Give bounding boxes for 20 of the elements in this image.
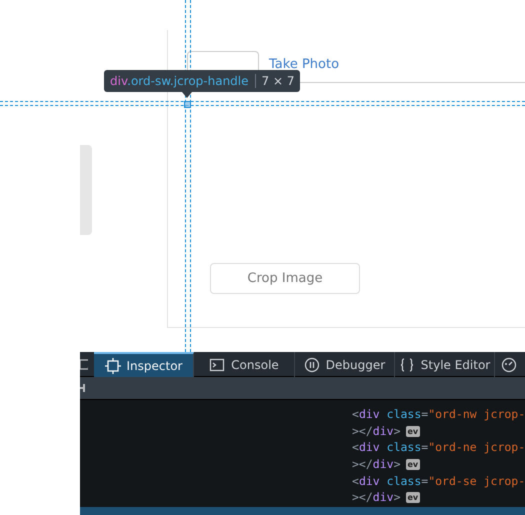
code-line: ></div> bbox=[352, 489, 400, 506]
devtools-tab[interactable]: Inspector bbox=[94, 352, 194, 377]
pause-icon bbox=[304, 356, 320, 372]
event-badge[interactable]: ev bbox=[406, 492, 420, 504]
tooltip-size: 7 × 7 bbox=[262, 73, 294, 90]
code-line: ></div> bbox=[352, 422, 400, 440]
console-icon bbox=[209, 356, 226, 372]
event-badge[interactable]: ev bbox=[406, 458, 420, 470]
crop-image-button[interactable]: Crop Image bbox=[210, 263, 360, 294]
braces-icon bbox=[398, 356, 415, 372]
event-badge[interactable]: ev bbox=[406, 426, 420, 437]
inspector-icon bbox=[104, 358, 120, 374]
code-line: <div class="ord-nw jcrop- bbox=[352, 406, 525, 423]
tooltip-selector: div.ord-sw.jcrop-handle bbox=[110, 73, 249, 90]
gauge-icon bbox=[501, 356, 517, 372]
code-line: ></div> bbox=[352, 456, 400, 473]
take-photo-link[interactable]: Take Photo bbox=[269, 54, 340, 74]
crop-handle bbox=[184, 101, 191, 108]
code-line: <div class="ord-ne jcrop- bbox=[352, 439, 525, 456]
code-line: <div class="ord-se jcrop- bbox=[352, 472, 525, 490]
